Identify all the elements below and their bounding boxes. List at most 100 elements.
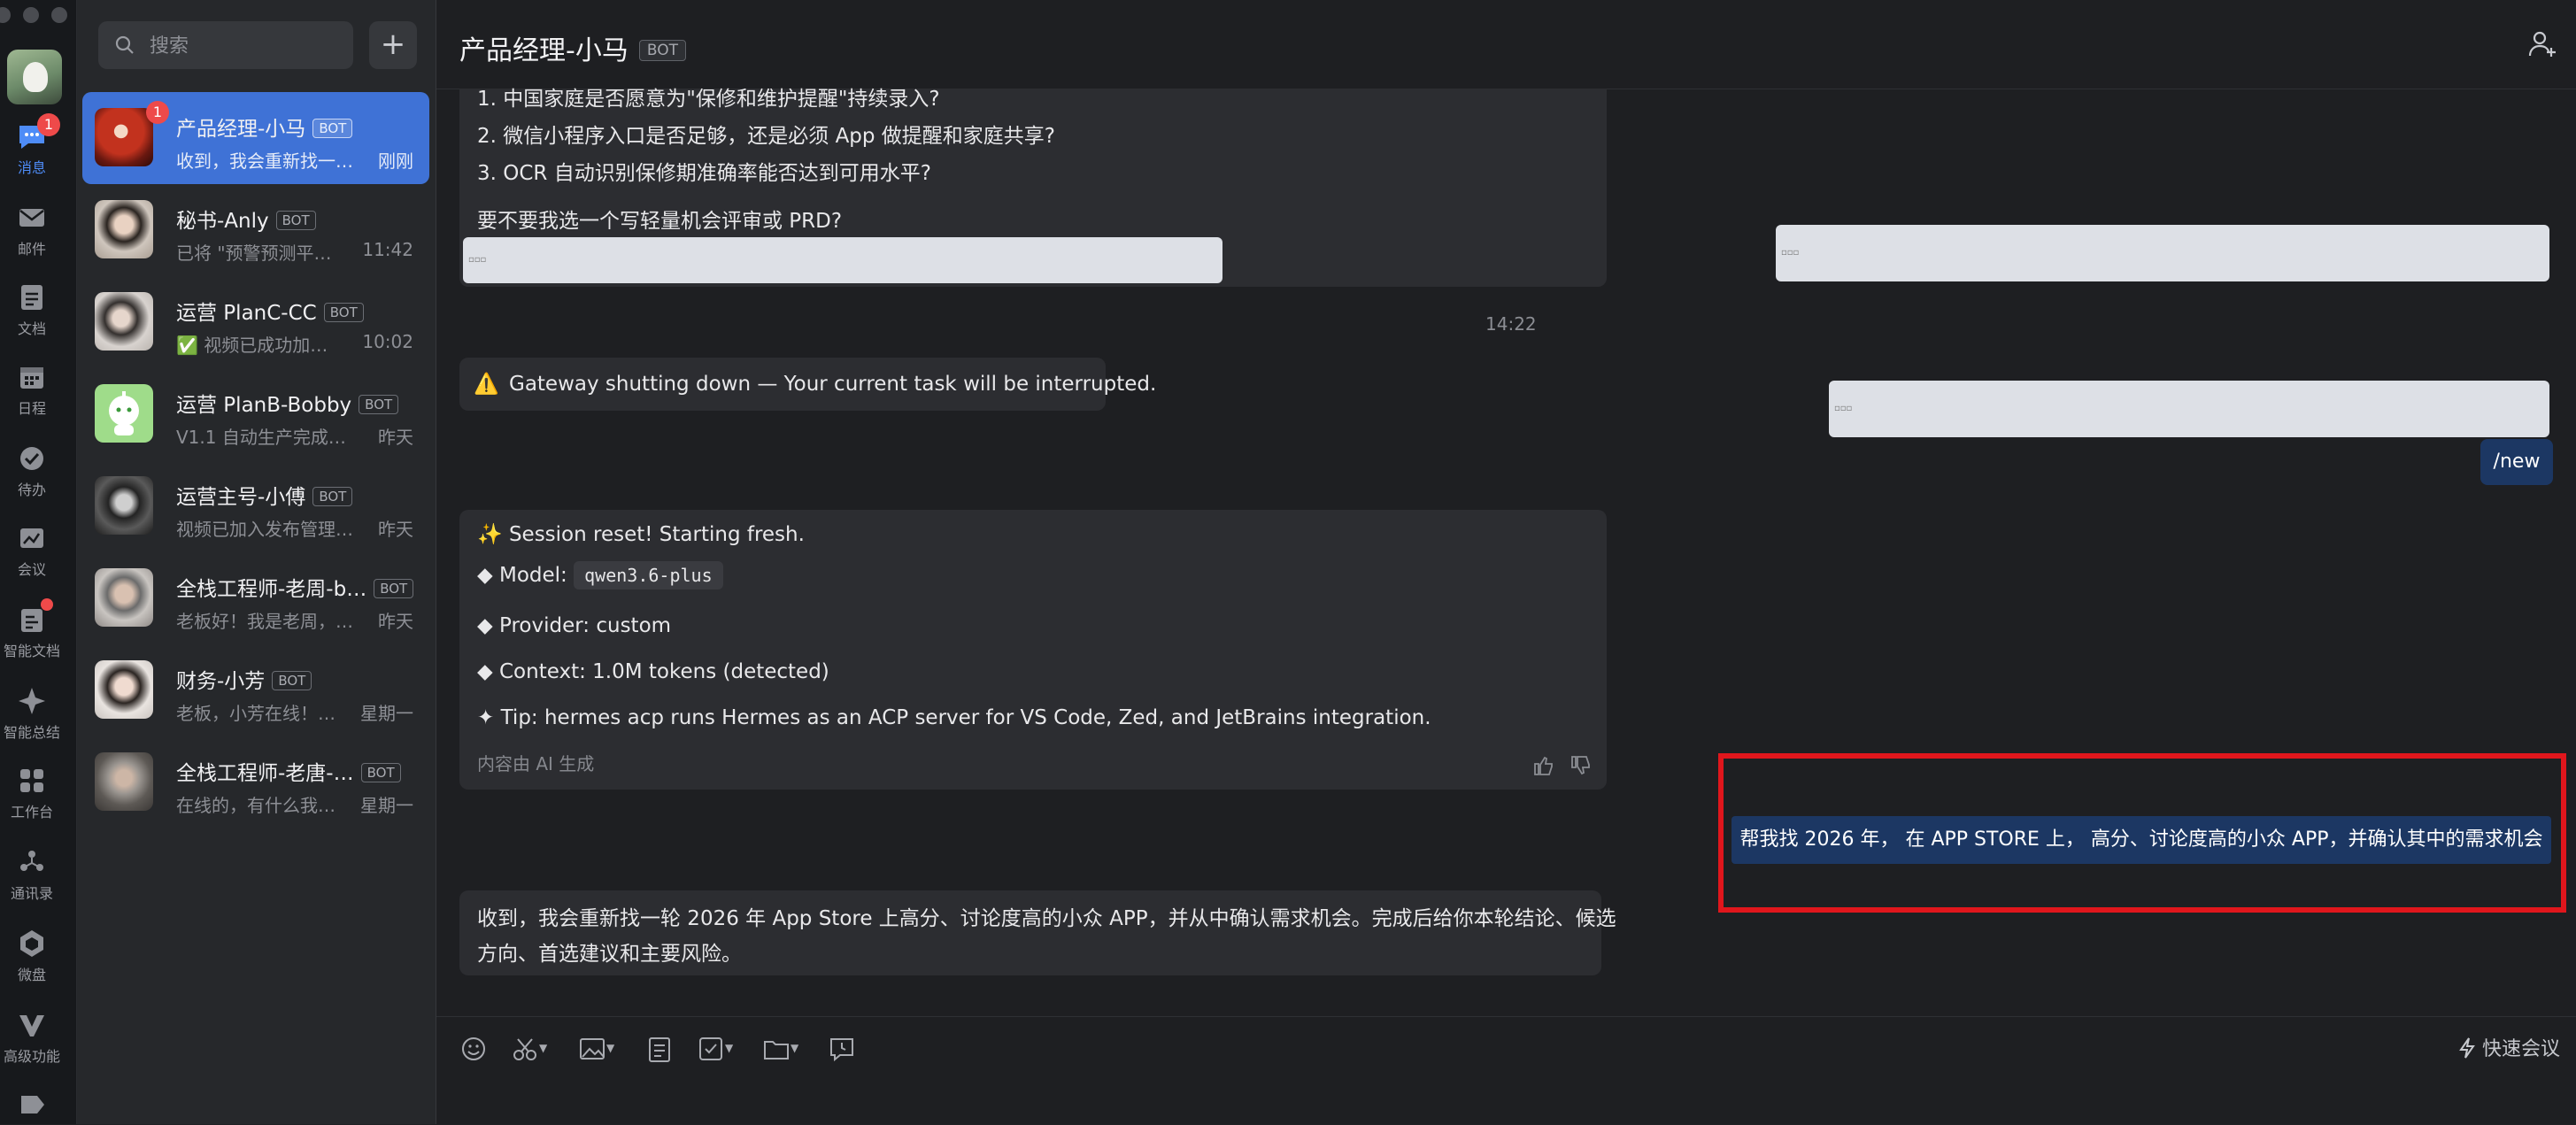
rail-item-smart-doc[interactable]: 智能文档: [0, 598, 64, 660]
conversation-name: 运营主号-小傅: [176, 486, 306, 509]
my-avatar[interactable]: [7, 50, 62, 104]
user-message: /new: [2480, 439, 2553, 485]
todo-tool[interactable]: ▼: [697, 1031, 737, 1067]
rail-item-docs[interactable]: 文档: [0, 280, 64, 338]
rail-item-calendar[interactable]: 日程: [0, 359, 64, 418]
rail-label: 会议: [17, 561, 46, 578]
rail-label: 高级功能: [3, 1048, 60, 1065]
search-input[interactable]: [148, 28, 346, 64]
conversation-preview: 在线的，有什么我…: [176, 795, 335, 816]
conversation-item[interactable]: 财务-小芳 BOT 老板，小芳在线！… 星期一: [82, 644, 429, 736]
caret-down-icon: ▼: [606, 1042, 615, 1054]
conversation-item[interactable]: 1 产品经理-小马 BOT 收到，我会重新找一… 刚刚: [82, 92, 429, 184]
note-icon[interactable]: [645, 1031, 674, 1067]
conversation-time: 刚刚: [378, 150, 413, 172]
rail-item-contacts[interactable]: 通讯录: [0, 844, 64, 903]
avatar: [95, 292, 153, 351]
bot-tag: BOT: [312, 487, 353, 506]
rail-item-meeting[interactable]: 会议: [0, 520, 64, 579]
screenshot-tool[interactable]: ▼: [511, 1031, 551, 1067]
conversation-preview: 老板好！我是老周，…: [176, 611, 353, 632]
avatar: [95, 108, 153, 166]
rail-item-more[interactable]: [0, 1087, 64, 1122]
search-box[interactable]: [98, 21, 353, 69]
avatar: [95, 476, 153, 535]
checkbox-icon: [699, 1037, 722, 1060]
conversation-time: 昨天: [378, 427, 413, 448]
robot-icon: [109, 391, 139, 435]
caret-down-icon: ▼: [791, 1042, 799, 1054]
model-label: ◆ Model:: [477, 564, 567, 587]
message-line: ◆ Provider: custom: [477, 614, 672, 637]
window-minimize-button[interactable]: [23, 7, 39, 23]
thumbs-down-icon[interactable]: [1570, 754, 1593, 777]
conversation-time: 10:02: [362, 331, 413, 352]
rail-label: 智能总结: [3, 724, 60, 741]
rail-item-mail[interactable]: 邮件: [0, 200, 64, 258]
window-controls: [0, 7, 76, 25]
rail-label: 工作台: [10, 804, 53, 821]
rail-label: 消息: [17, 159, 46, 176]
message-line: ✨ Session reset! Starting fresh.: [477, 523, 805, 546]
chat-header: 产品经理-小马 BOT: [436, 0, 2576, 89]
image-tool[interactable]: ▼: [578, 1031, 619, 1067]
conversation-item[interactable]: 秘书-Anly BOT 已将 "预警预测平… 11:42: [82, 184, 429, 276]
conversation-name: 秘书-Anly: [176, 210, 269, 233]
conversation-item[interactable]: 运营 PlanB-Bobby BOT V1.1 自动生产完成：… 昨天: [82, 368, 429, 460]
message-line: ◆ Context: 1.0M tokens (detected): [477, 660, 829, 683]
avatar: [95, 384, 153, 443]
message-line: 1. 中国家庭是否愿意为"保修和维护提醒"持续录入?: [477, 88, 940, 111]
conversation-list: + 1 产品经理-小马 BOT 收到，我会重新找一… 刚刚 秘书-Anly BOT …: [77, 0, 436, 1124]
message-line: 3. OCR 自动识别保修期准确率能否达到可用水平?: [477, 162, 931, 185]
conversation-item[interactable]: 全栈工程师-老唐-… BOT 在线的，有什么我… 星期一: [82, 736, 429, 828]
add-member-icon[interactable]: [2526, 28, 2558, 60]
new-dot-badge: [41, 598, 53, 611]
conversation-time: 昨天: [378, 519, 413, 540]
rail-label: 通讯录: [10, 885, 53, 902]
bot-tag: BOT: [359, 395, 399, 414]
window-close-button[interactable]: [0, 7, 11, 23]
quick-meeting-button[interactable]: 快速会议: [2457, 1033, 2560, 1061]
add-button[interactable]: +: [369, 21, 417, 69]
message-line: 方向、首选建议和主要风险。: [477, 943, 742, 966]
composer: ▼ ▼ ▼ ▼ 快速会议: [436, 1016, 2576, 1125]
emoji-icon[interactable]: [459, 1031, 490, 1067]
warning-icon: ⚠️: [474, 373, 499, 396]
bot-tag: BOT: [323, 303, 364, 322]
warning-text: Gateway shutting down — Your current tas…: [509, 373, 1157, 396]
highlight-box: [1718, 753, 2566, 913]
rail-label: 智能文档: [3, 643, 60, 659]
rail-item-messages[interactable]: 1 消息: [0, 113, 64, 177]
conversation-item[interactable]: 运营主号-小傅 BOT 视频已加入发布管理… 昨天: [82, 460, 429, 552]
calendar-icon: [20, 367, 43, 389]
conversation-name: 产品经理-小马: [176, 118, 306, 141]
conversation-name: 全栈工程师-老唐-…: [176, 762, 354, 785]
caret-down-icon: ▼: [725, 1042, 734, 1054]
collapsed-attachment[interactable]: [463, 237, 1222, 283]
rail-label: 待办: [17, 482, 46, 498]
conversation-preview: 已将 "预警预测平…: [176, 243, 332, 264]
history-chat-icon[interactable]: [828, 1031, 856, 1067]
folder-tool[interactable]: ▼: [762, 1031, 803, 1067]
rail-item-drive[interactable]: 微盘: [0, 926, 64, 984]
contacts-icon: [20, 851, 43, 871]
bot-message: 收到，我会重新找一轮 2026 年 App Store 上高分、讨论度高的小众 …: [459, 890, 1616, 975]
user-collapsed-message[interactable]: [1776, 225, 2549, 281]
bot-tag: BOT: [272, 671, 312, 690]
conversation-item[interactable]: 运营 PlanC-CC BOT ✅ 视频已成功加… 10:02: [82, 276, 429, 368]
image-icon: [580, 1038, 605, 1060]
rail-label: 邮件: [17, 241, 46, 258]
user-collapsed-message[interactable]: [1829, 381, 2549, 437]
conversation-preview: 收到，我会重新找一…: [176, 150, 353, 172]
conversation-item[interactable]: 全栈工程师-老周-b… BOT 老板好！我是老周，… 昨天: [82, 552, 429, 644]
thumbs-up-icon[interactable]: [1532, 754, 1555, 777]
plus-icon: +: [380, 27, 406, 62]
rail-item-workbench[interactable]: 工作台: [0, 763, 64, 821]
quick-meeting-label: 快速会议: [2481, 1038, 2560, 1060]
rail-item-todo[interactable]: 待办: [0, 441, 64, 499]
window-zoom-button[interactable]: [51, 7, 67, 23]
avatar: [95, 752, 153, 811]
todo-check-icon: [20, 447, 43, 470]
rail-item-smart-summary[interactable]: 智能总结: [0, 683, 64, 742]
rail-item-advanced[interactable]: 高级功能: [0, 1007, 64, 1066]
